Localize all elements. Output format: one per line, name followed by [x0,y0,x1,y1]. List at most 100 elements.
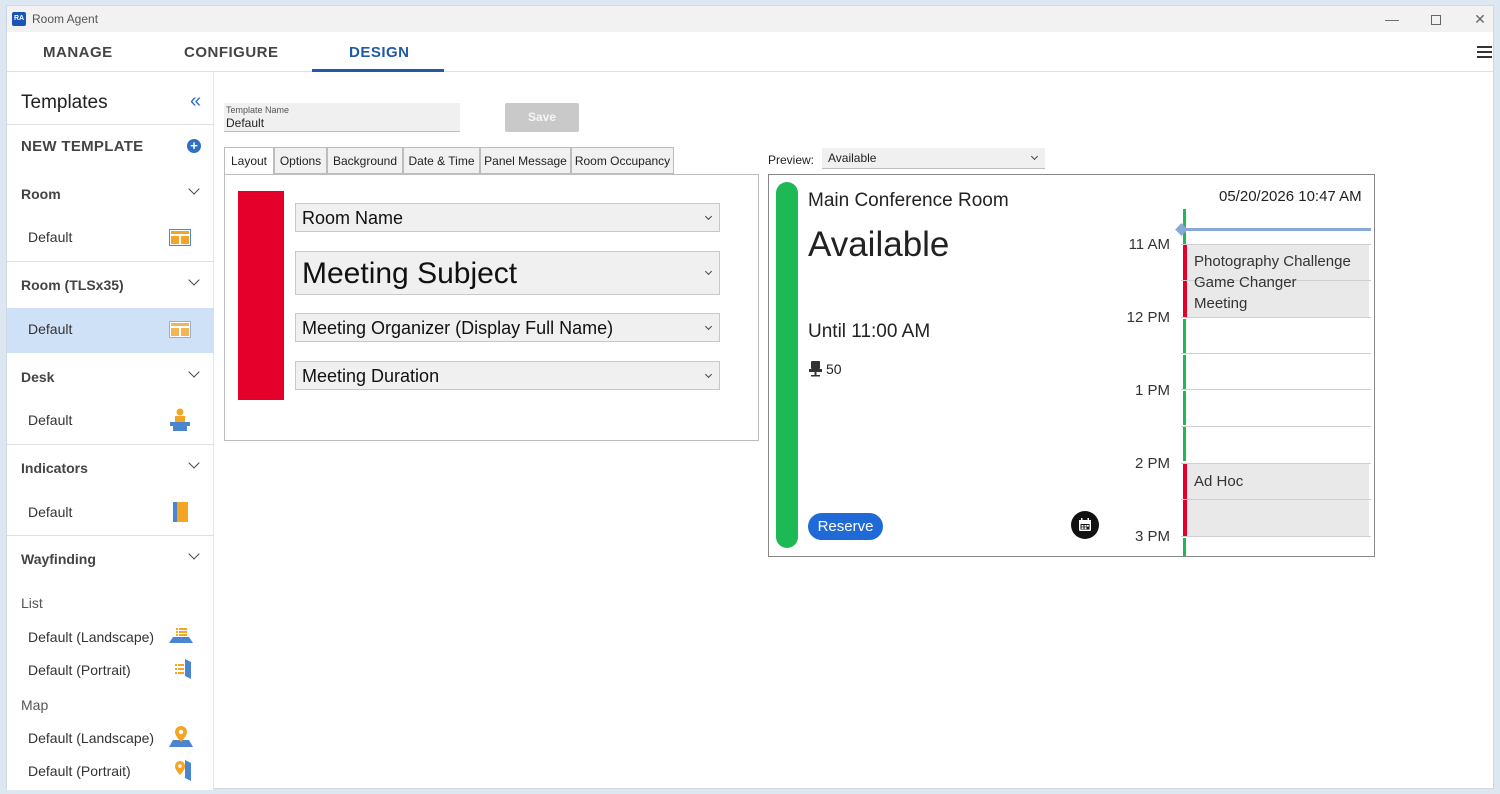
free-slot-indicator [1183,319,1186,353]
window-title: Room Agent [32,12,99,26]
timeline-gridline [1181,317,1371,318]
preview-label: Preview: [768,153,815,167]
chevron-down-icon [1030,152,1039,161]
group-room[interactable]: Room [7,186,214,202]
field-select-value: Meeting Duration [302,366,440,386]
field-select-value: Meeting Subject [302,257,518,290]
timeline-gridline [1181,536,1371,537]
add-template-icon[interactable]: + [187,139,201,153]
divider [7,124,214,125]
room-template-icon [169,321,191,338]
subgroup-label: Map [21,697,49,713]
field-select-value: Meeting Organizer (Display Full Name) [302,318,614,338]
preview-until: Until 11:00 AM [808,321,931,342]
template-item-label: Default [28,412,73,428]
schedule-timeline: Photography Challenge Game Changer Meeti… [1175,175,1374,556]
new-template-button[interactable]: NEW TEMPLATE [7,138,214,155]
room-template-icon [169,229,191,246]
template-name-field[interactable]: Template Name Default [224,103,460,132]
calendar-icon[interactable] [1071,511,1099,539]
timeline-hour-label: 3 PM [1134,528,1170,545]
free-slot-indicator [1183,355,1186,389]
template-item-label: Default [28,321,73,337]
tab-panel-message[interactable]: Panel Message [480,147,571,174]
free-slot-indicator [1183,391,1186,425]
reserve-button[interactable]: Reserve [808,513,883,540]
subgroup-map: Map [7,697,214,713]
free-slot-indicator [1183,538,1186,556]
template-name-label: Template Name [226,105,290,115]
divider [7,535,214,536]
group-wayfinding[interactable]: Wayfinding [7,551,214,567]
divider [7,261,214,262]
chevron-down-icon [704,267,713,276]
group-label: Indicators [21,460,88,476]
app-window: RA Room Agent — ✕ MANAGE CONFIGURE DESIG… [6,5,1494,790]
timeline-hour-label: 1 PM [1134,382,1170,399]
indicator-template-icon [173,502,188,522]
timeline-gridline [1181,499,1371,500]
sidebar-title: Templates [21,92,108,113]
timeline-gridline [1181,353,1371,354]
chevron-down-icon [704,322,713,331]
maximize-icon [1431,15,1441,26]
field-select-1[interactable]: Room Name [295,203,720,232]
tab-layout[interactable]: Layout [224,147,274,175]
group-label: Desk [21,369,55,385]
tab-date-time[interactable]: Date & Time [403,147,480,174]
preview-room-name: Main Conference Room [808,190,1009,211]
timeline-gridline [1181,463,1371,464]
field-select-value: Room Name [302,208,404,228]
seat-icon [809,361,822,377]
templates-sidebar: Templates « NEW TEMPLATE + Room Default … [7,72,214,790]
timeline-gridline [1181,389,1371,390]
top-navigation: MANAGE CONFIGURE DESIGN [7,32,1493,72]
group-room-tlsx35[interactable]: Room (TLSx35) [7,277,214,293]
field-select-4[interactable]: Meeting Duration [295,361,720,390]
map-portrait-icon [175,760,191,781]
tab-options[interactable]: Options [274,147,327,174]
save-button[interactable]: Save [505,103,579,132]
collapse-sidebar-icon[interactable]: « [190,90,201,113]
field-select-3[interactable]: Meeting Organizer (Display Full Name) [295,313,720,342]
close-button[interactable]: ✕ [1465,9,1495,29]
template-item-label: Default (Landscape) [28,730,155,746]
template-item-label: Default [28,229,73,245]
layout-panel: Room Name Meeting Subject Meeting Organi… [224,174,759,441]
nav-tab-design[interactable]: DESIGN [349,44,410,61]
hamburger-menu-icon[interactable] [1477,46,1492,61]
chevron-down-icon [704,370,713,379]
tab-room-occupancy[interactable]: Room Occupancy [571,147,674,174]
template-name-value[interactable]: Default [226,116,264,130]
nav-tab-configure[interactable]: CONFIGURE [184,44,279,61]
event-title: Photography Challenge Game Changer Meeti… [1194,251,1351,314]
template-item-label: Default [28,504,73,520]
tab-background[interactable]: Background [327,147,403,174]
divider [7,444,214,445]
map-landscape-icon [169,726,193,747]
preview-mode-select[interactable]: Available [822,148,1045,169]
timeline-hour-label: 11 AM [1128,236,1170,253]
minimize-button[interactable]: — [1377,9,1407,29]
group-desk[interactable]: Desk [7,369,214,385]
title-bar: RA Room Agent — ✕ [7,6,1493,32]
timeline-gridline [1181,244,1371,245]
app-logo-icon: RA [12,12,26,26]
field-select-2[interactable]: Meeting Subject [295,251,720,295]
nav-tab-manage[interactable]: MANAGE [43,44,113,61]
group-label: Room [21,186,61,202]
list-portrait-icon [175,659,191,679]
template-item-label: Default (Portrait) [28,662,131,678]
group-indicators[interactable]: Indicators [7,460,214,476]
template-item-label: Default (Landscape) [28,629,155,645]
template-item-label: Default (Portrait) [28,763,131,779]
current-time-line [1181,228,1371,231]
event-title-line: Ad Hoc [1194,473,1244,490]
subgroup-list: List [7,595,214,611]
event-title-line: Game Changer [1194,274,1297,291]
timeline-gridline [1181,426,1371,427]
maximize-button[interactable] [1421,9,1451,29]
status-color-bar[interactable] [238,191,284,400]
free-slot-indicator [1183,427,1186,461]
active-tab-indicator [312,69,444,72]
